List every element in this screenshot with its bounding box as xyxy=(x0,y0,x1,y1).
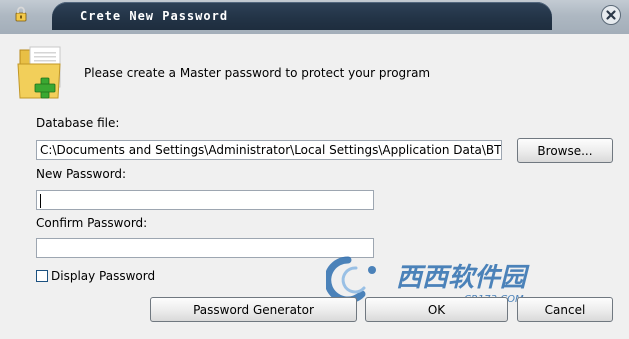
display-password-checkbox[interactable] xyxy=(36,270,48,282)
intro-text: Please create a Master password to prote… xyxy=(84,66,431,80)
title-bar[interactable]: Crete New Password xyxy=(0,0,629,34)
database-file-field[interactable]: C:\Documents and Settings\Administrator\… xyxy=(36,140,502,160)
confirm-password-field[interactable] xyxy=(36,238,374,258)
display-password-label[interactable]: Display Password xyxy=(51,269,155,283)
database-file-label: Database file: xyxy=(36,116,120,130)
create-password-dialog: Crete New Password Please create a Maste… xyxy=(0,0,629,339)
ok-button[interactable]: OK xyxy=(365,297,508,322)
watermark-text: 西西软件园 xyxy=(396,263,530,293)
new-password-label: New Password: xyxy=(36,167,127,181)
browse-button[interactable]: Browse... xyxy=(517,138,613,163)
window-title: Crete New Password xyxy=(80,9,229,23)
cancel-button[interactable]: Cancel xyxy=(517,297,613,322)
new-password-field[interactable] xyxy=(36,190,374,210)
folder-add-icon xyxy=(17,46,61,99)
text-caret xyxy=(40,193,41,208)
confirm-password-label: Confirm Password: xyxy=(36,216,148,230)
password-generator-button[interactable]: Password Generator xyxy=(150,297,357,322)
lock-icon xyxy=(15,6,27,22)
close-icon[interactable] xyxy=(600,4,622,26)
